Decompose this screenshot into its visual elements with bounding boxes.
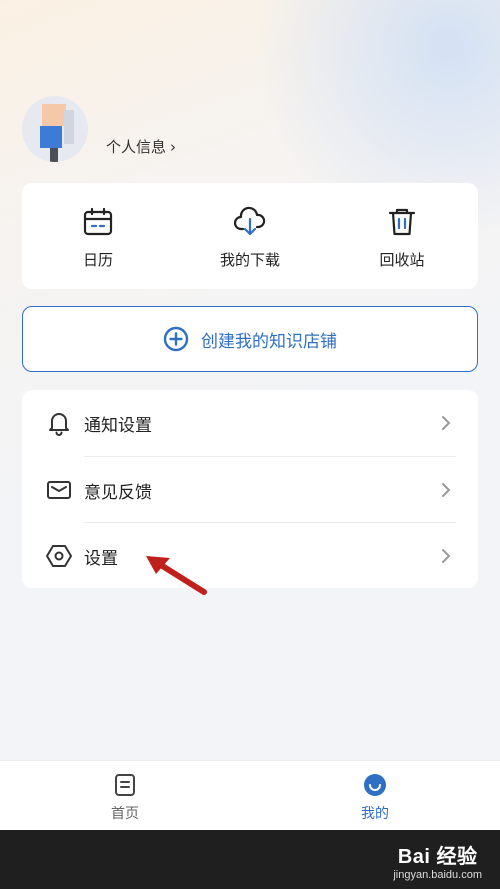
avatar[interactable] <box>22 96 88 162</box>
create-knowledge-store-label: 创建我的知识店铺 <box>201 331 337 352</box>
feedback-item[interactable]: 意见反馈 <box>22 457 478 523</box>
my-downloads-button[interactable]: 我的下载 <box>174 183 326 289</box>
quick-actions-card: 日历 我的下载 回收站 <box>22 183 478 289</box>
hexagon-settings-icon <box>46 545 72 567</box>
smile-icon <box>364 774 386 796</box>
calendar-button[interactable]: 日历 <box>22 183 174 289</box>
personal-info-link[interactable]: 个人信息 › <box>106 136 176 157</box>
calendar-label: 日历 <box>82 251 113 269</box>
tab-home[interactable]: 首页 <box>70 761 180 831</box>
settings-label: 设置 <box>84 548 118 569</box>
envelope-icon <box>47 481 71 499</box>
watermark-site: jingyan.baidu.com <box>393 869 482 881</box>
settings-item[interactable]: 设置 <box>22 523 478 589</box>
annotation-arrow-icon <box>146 556 207 595</box>
watermark-brand: Bai 经验 <box>397 846 478 868</box>
footer-bar: Bai 经验 jingyan.baidu.com <box>0 830 500 889</box>
cloud-download-icon <box>233 206 266 236</box>
personal-info-label: 个人信息 <box>106 138 167 156</box>
settings-list-card: 通知设置 意见反馈 设置 <box>22 390 478 588</box>
create-knowledge-store-button[interactable]: 创建我的知识店铺 <box>22 306 478 372</box>
trash-icon <box>388 208 416 236</box>
document-icon <box>115 774 135 796</box>
chevron-right-icon <box>442 483 451 497</box>
tab-mine[interactable]: 我的 <box>320 761 430 831</box>
feedback-label: 意见反馈 <box>84 482 152 503</box>
chevron-right-icon <box>442 549 451 563</box>
bell-icon <box>49 413 69 436</box>
profile-header: 个人信息 › <box>22 96 322 166</box>
calendar-icon <box>83 207 113 236</box>
recycle-bin-label: 回收站 <box>379 251 425 269</box>
chevron-right-icon: › <box>170 137 177 156</box>
tab-mine-label: 我的 <box>361 806 389 822</box>
plus-circle-icon <box>163 326 189 352</box>
notification-settings-item[interactable]: 通知设置 <box>22 390 478 456</box>
recycle-bin-button[interactable]: 回收站 <box>326 183 478 289</box>
tab-home-label: 首页 <box>111 806 139 822</box>
watermark: Bai 经验 jingyan.baidu.com <box>393 840 482 881</box>
my-downloads-label: 我的下载 <box>219 251 280 269</box>
notification-settings-label: 通知设置 <box>84 415 152 436</box>
bottom-tab-bar: 首页 我的 <box>0 760 500 831</box>
chevron-right-icon <box>442 416 451 430</box>
